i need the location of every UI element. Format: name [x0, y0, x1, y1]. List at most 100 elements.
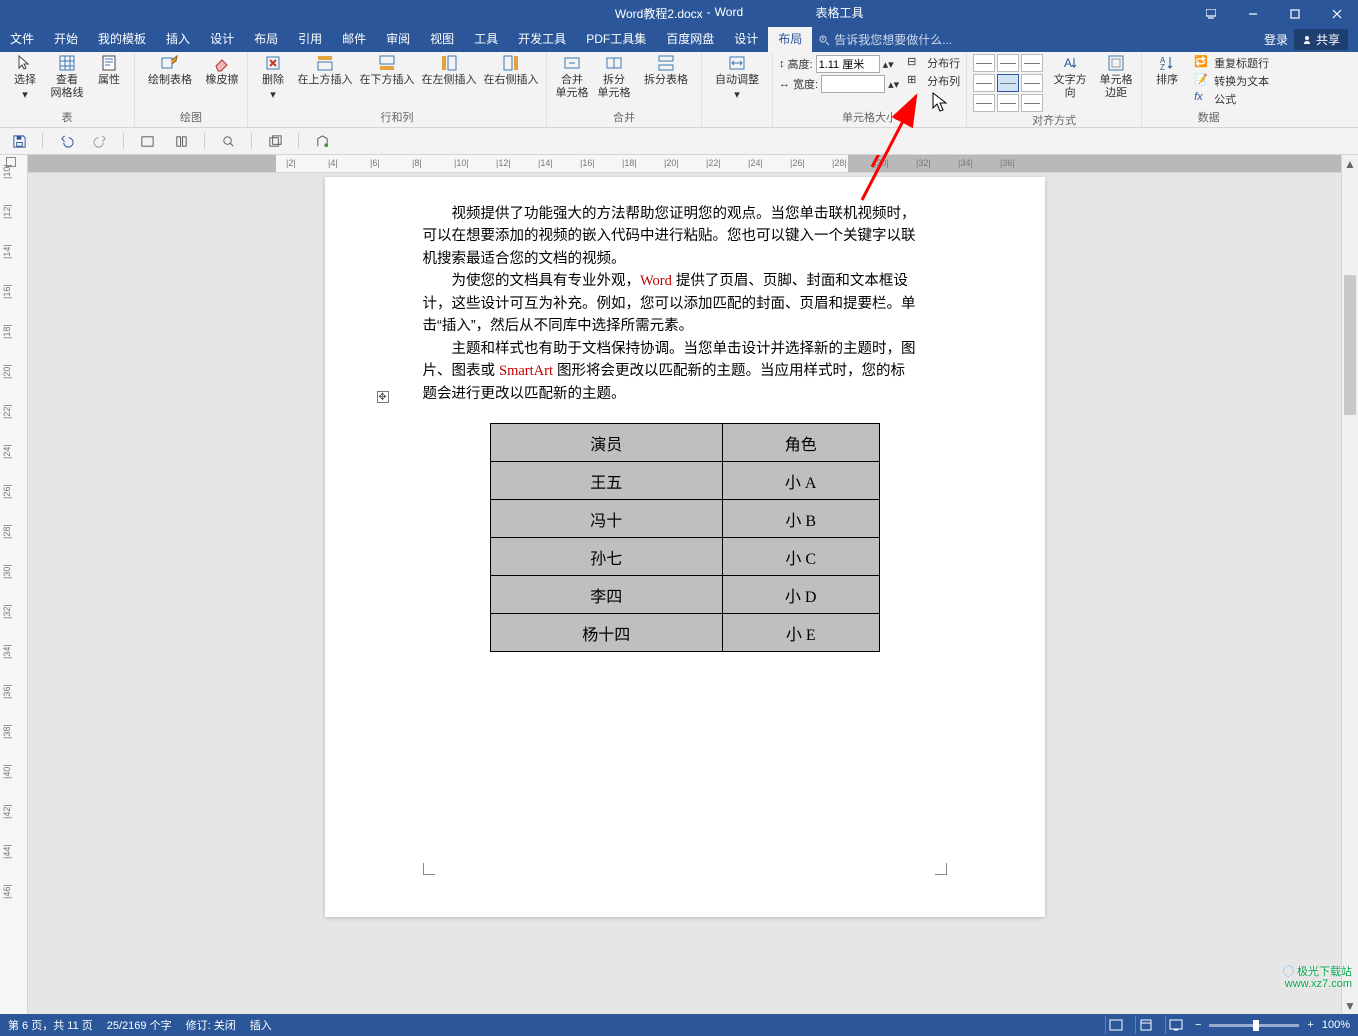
zoom-out-icon[interactable]: − [1195, 1019, 1201, 1031]
minimize-icon[interactable] [1232, 0, 1274, 27]
table-cell[interactable]: 孙七 [490, 538, 722, 576]
align-br[interactable] [1021, 94, 1043, 112]
scroll-up-icon[interactable]: ▲ [1342, 155, 1358, 172]
zoom-in-icon[interactable]: + [1307, 1019, 1313, 1031]
qat-icon-3[interactable] [217, 130, 239, 152]
tell-me-box[interactable]: 告诉我您想要做什么... [818, 31, 952, 48]
table-cell[interactable]: 角色 [722, 424, 879, 462]
tab-mail[interactable]: 邮件 [332, 27, 376, 52]
document-table[interactable]: 演员角色 王五小 A 冯十小 B 孙七小 C 李四小 D 杨十四小 E [490, 423, 880, 652]
insert-left-button[interactable]: 在左侧插入 [420, 54, 478, 102]
tab-review[interactable]: 审阅 [376, 27, 420, 52]
tab-home[interactable]: 开始 [44, 27, 88, 52]
col-width-input[interactable] [821, 75, 885, 93]
align-tr[interactable] [1021, 54, 1043, 72]
insert-above-button[interactable]: 在上方插入 [296, 54, 354, 102]
title-bar: W Word教程2.docx - Word 表格工具 [0, 0, 1358, 27]
delete-button[interactable]: 删除▾ [254, 54, 292, 102]
tab-mytpl[interactable]: 我的模板 [88, 27, 156, 52]
align-tl[interactable] [973, 54, 995, 72]
view-gridlines-button[interactable]: 查看 网格线 [48, 54, 86, 102]
autofit-button[interactable]: 自动调整▾ [708, 54, 766, 102]
zoom-value[interactable]: 100% [1322, 1019, 1350, 1031]
table-cell[interactable]: 小 B [722, 500, 879, 538]
tab-layout[interactable]: 布局 [244, 27, 288, 52]
login-link[interactable]: 登录 [1264, 31, 1288, 48]
tab-tools[interactable]: 工具 [464, 27, 508, 52]
table-move-handle-icon[interactable]: ✥ [377, 391, 389, 403]
qat-icon-4[interactable] [264, 130, 286, 152]
svg-text:A: A [1064, 56, 1072, 70]
repeat-header-button[interactable]: 🔁重复标题行 [1194, 54, 1269, 71]
table-cell[interactable]: 小 D [722, 576, 879, 614]
document-area[interactable]: 视频提供了功能强大的方法帮助您证明您的观点。当您单击联机视频时， 可以在想要添加… [28, 173, 1341, 1014]
status-mode[interactable]: 插入 [250, 1017, 272, 1033]
maximize-icon[interactable] [1274, 0, 1316, 27]
ribbon-opts-icon[interactable] [1190, 0, 1232, 27]
tab-ref[interactable]: 引用 [288, 27, 332, 52]
table-cell[interactable]: 小 C [722, 538, 879, 576]
split-table-button[interactable]: 拆分表格 [637, 54, 695, 100]
properties-button[interactable]: 属性 [90, 54, 128, 102]
table-cell[interactable]: 李四 [490, 576, 722, 614]
table-cell[interactable]: 演员 [490, 424, 722, 462]
qat-icon-1[interactable] [136, 130, 158, 152]
align-ml[interactable] [973, 74, 995, 92]
table-cell[interactable]: 杨十四 [490, 614, 722, 652]
qat-icon-2[interactable] [170, 130, 192, 152]
merge-cells-button[interactable]: 合并 单元格 [553, 54, 591, 100]
tab-table-layout[interactable]: 布局 [768, 27, 812, 52]
distribute-cols-button[interactable]: ⊞分布列 [907, 72, 960, 89]
text-direction-button[interactable]: A 文字方向 [1051, 54, 1089, 112]
status-track[interactable]: 修订: 关闭 [186, 1017, 236, 1033]
table-cell[interactable]: 王五 [490, 462, 722, 500]
share-button[interactable]: 共享 [1294, 29, 1348, 50]
split-cells-button[interactable]: 拆分 单元格 [595, 54, 633, 100]
save-icon[interactable] [8, 130, 30, 152]
cell-margins-button[interactable]: 单元格 边距 [1097, 54, 1135, 112]
tab-table-design[interactable]: 设计 [724, 27, 768, 52]
row-height-input[interactable] [816, 55, 880, 73]
select-button[interactable]: 选择▾ [6, 54, 44, 102]
align-mc[interactable] [997, 74, 1019, 92]
undo-icon[interactable] [55, 130, 77, 152]
scroll-thumb[interactable] [1344, 275, 1356, 415]
qat-icon-5[interactable] [311, 130, 333, 152]
tab-view[interactable]: 视图 [420, 27, 464, 52]
status-page[interactable]: 第 6 页，共 11 页 [8, 1017, 93, 1033]
distribute-rows-button[interactable]: ⊟分布行 [907, 54, 960, 71]
page: 视频提供了功能强大的方法帮助您证明您的观点。当您单击联机视频时， 可以在想要添加… [325, 177, 1045, 917]
svg-text:Z: Z [1160, 63, 1165, 72]
horizontal-ruler[interactable]: |2||4||6||8||10||12||14||16||18||20||22|… [28, 155, 1341, 173]
insert-below-button[interactable]: 在下方插入 [358, 54, 416, 102]
tab-pdf[interactable]: PDF工具集 [576, 27, 656, 52]
tab-dev[interactable]: 开发工具 [508, 27, 576, 52]
redo-icon[interactable] [89, 130, 111, 152]
align-bl[interactable] [973, 94, 995, 112]
tab-insert[interactable]: 插入 [156, 27, 200, 52]
insert-right-button[interactable]: 在右侧插入 [482, 54, 540, 102]
tab-baidu[interactable]: 百度网盘 [656, 27, 724, 52]
vertical-ruler[interactable]: |10||12||14||16||18||20||22||24||26||28|… [0, 155, 28, 1014]
align-tc[interactable] [997, 54, 1019, 72]
scroll-down-icon[interactable]: ▼ [1342, 997, 1358, 1014]
table-cell[interactable]: 小 A [722, 462, 879, 500]
convert-to-text-button[interactable]: 📝转换为文本 [1194, 72, 1269, 89]
table-cell[interactable]: 冯十 [490, 500, 722, 538]
sort-button[interactable]: AZ 排序 [1148, 54, 1186, 107]
tab-design[interactable]: 设计 [200, 27, 244, 52]
status-words[interactable]: 25/2169 个字 [107, 1017, 172, 1033]
view-web-icon[interactable] [1165, 1016, 1187, 1034]
eraser-button[interactable]: 橡皮擦 [203, 54, 241, 87]
align-mr[interactable] [1021, 74, 1043, 92]
tab-file[interactable]: 文件 [0, 27, 44, 52]
close-icon[interactable] [1316, 0, 1358, 27]
table-cell[interactable]: 小 E [722, 614, 879, 652]
zoom-slider[interactable] [1209, 1024, 1299, 1027]
align-bc[interactable] [997, 94, 1019, 112]
view-read-icon[interactable] [1105, 1016, 1127, 1034]
formula-button[interactable]: fx公式 [1194, 90, 1269, 107]
view-print-icon[interactable] [1135, 1016, 1157, 1034]
draw-table-button[interactable]: 绘制表格 [141, 54, 199, 87]
vertical-scrollbar[interactable]: ▲ ▼ [1341, 155, 1358, 1014]
